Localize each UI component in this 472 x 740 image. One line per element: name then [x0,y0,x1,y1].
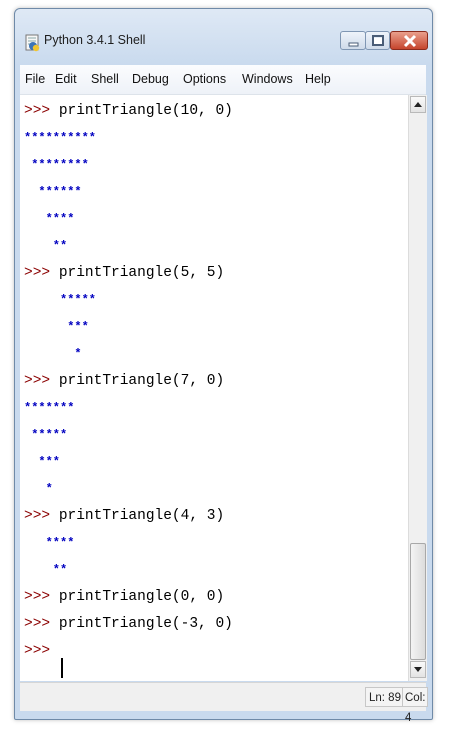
arrow-down-icon [414,667,422,672]
shell-input-line: >>> printTriangle(-3, 0) [24,611,233,638]
minimize-button[interactable] [340,31,366,50]
scroll-down-button[interactable] [410,661,426,678]
shell-output-line: *** [24,314,89,341]
shell-output-line: ** [24,233,67,260]
menu-options[interactable]: Options [183,72,226,86]
shell-output-text: ***** [24,293,97,307]
shell-prompt: >>> [24,643,59,659]
shell-input-line: >>> printTriangle(10, 0) [24,98,233,125]
shell-command: printTriangle(0, 0) [58,589,225,605]
shell-output-text: ** [24,239,68,253]
shell-prompt: >>> [24,589,59,605]
shell-output-line: **** [24,530,75,557]
shell-output-line: **** [24,206,75,233]
shell-output-text: **** [24,536,75,550]
scrollbar-thumb[interactable] [410,543,426,660]
scroll-up-button[interactable] [410,96,426,113]
shell-command: printTriangle(10, 0) [58,103,233,119]
status-line-number: Ln: 89 [365,687,405,707]
status-column-number: Col: 4 [402,687,429,724]
shell-command: printTriangle(4, 3) [58,508,225,524]
status-bar: Ln: 89 Col: 4 [20,682,429,724]
vertical-scrollbar[interactable] [408,95,427,681]
shell-prompt: >>> [24,103,59,119]
shell-prompt: >>> [24,616,59,632]
shell-input-line: >>> printTriangle(5, 5) [24,260,224,287]
python-app-icon [25,34,40,52]
shell-output-line: * [24,341,82,368]
shell-output-text: ******* [24,401,75,415]
shell-output-line: ********** [24,125,96,152]
maximize-icon [372,35,384,46]
shell-output-text: ***** [24,428,68,442]
arrow-up-icon [414,102,422,107]
shell-output-text: ******** [24,158,89,172]
shell-output-line: ****** [24,179,82,206]
shell-output-text: ********** [24,131,97,145]
shell-input-line: >>> [24,638,59,665]
shell-input-line: >>> printTriangle(7, 0) [24,368,224,395]
shell-input-line: >>> printTriangle(4, 3) [24,503,224,530]
shell-output-text: **** [24,212,75,226]
shell-output-line: ******** [24,152,89,179]
shell-output-text: *** [24,320,89,334]
shell-output-line: ******* [24,395,74,422]
shell-text-area[interactable]: >>> printTriangle(10, 0) ********** *****… [20,95,408,681]
shell-output-text: * [24,482,53,496]
shell-command: printTriangle(5, 5) [58,265,225,281]
menu-help[interactable]: Help [305,72,331,86]
close-button[interactable] [390,31,428,50]
minimize-icon [348,42,359,47]
menu-edit[interactable]: Edit [55,72,77,86]
shell-output-line: ** [24,557,67,584]
shell-output-text: *** [24,455,61,469]
shell-output-line: *** [24,449,60,476]
shell-prompt: >>> [24,265,59,281]
shell-prompt: >>> [24,373,59,389]
text-cursor [61,658,63,678]
shell-output-text: ****** [24,185,82,199]
menu-debug[interactable]: Debug [132,72,169,86]
menu-windows[interactable]: Windows [242,72,293,86]
menu-bar: File Edit Shell Debug Options Windows He… [20,65,426,95]
shell-prompt: >>> [24,508,59,524]
window-title: Python 3.4.1 Shell [44,33,146,47]
shell-output-line: * [24,476,53,503]
shell-output-text: * [24,347,82,361]
shell-command: printTriangle(7, 0) [58,373,225,389]
shell-output-line: ***** [24,422,67,449]
menu-file[interactable]: File [25,72,45,86]
shell-command: printTriangle(-3, 0) [58,616,233,632]
close-icon [403,34,417,48]
maximize-button[interactable] [365,31,390,50]
shell-input-line: >>> printTriangle(0, 0) [24,584,224,611]
menu-shell[interactable]: Shell [91,72,119,86]
python-shell-window: Python 3.4.1 Shell File Edit Shell Debug… [14,8,433,724]
shell-output-text: ** [24,563,68,577]
shell-output-line: ***** [24,287,96,314]
title-bar[interactable]: Python 3.4.1 Shell [15,9,432,65]
